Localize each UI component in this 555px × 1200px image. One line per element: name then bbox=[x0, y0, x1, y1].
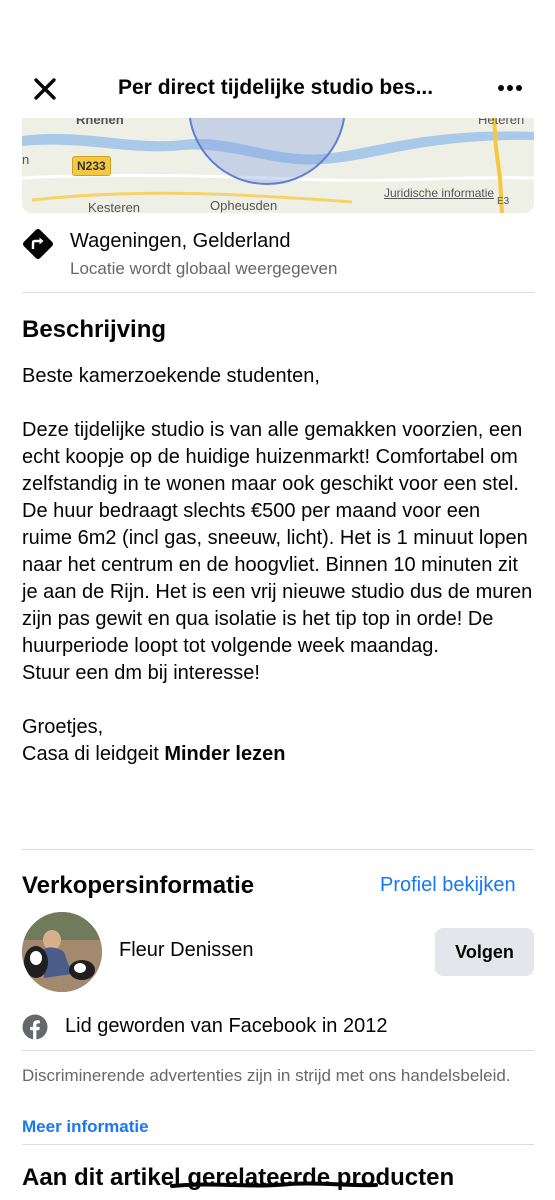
map-place-label: Rhenen bbox=[76, 118, 124, 127]
top-bar: Per direct tijdelijke studio bes... bbox=[0, 0, 555, 118]
map-place-label: Heteren bbox=[478, 118, 525, 127]
location-map[interactable]: Rhenen Heteren Kesteren Opheusden n E3 N… bbox=[22, 118, 534, 213]
more-options-button[interactable] bbox=[496, 78, 524, 98]
divider bbox=[22, 292, 534, 293]
map-edge-mark: n bbox=[22, 152, 30, 167]
map-place-label: Opheusden bbox=[210, 198, 278, 213]
divider bbox=[22, 849, 534, 850]
avatar-photo bbox=[22, 912, 102, 992]
location-note: Locatie wordt globaal weergegeven bbox=[70, 259, 338, 278]
description-text: Beste kamerzoekende studenten, Deze tijd… bbox=[22, 363, 534, 768]
member-since-text: Lid geworden van Facebook in 2012 bbox=[65, 1015, 388, 1037]
view-profile-link[interactable]: Profiel bekijken bbox=[380, 874, 516, 897]
divider bbox=[22, 1050, 534, 1051]
description-heading: Beschrijving bbox=[22, 316, 167, 343]
legal-info-link[interactable]: Juridische informatie bbox=[384, 186, 494, 200]
close-icon bbox=[34, 78, 56, 100]
map-edge-mark: E3 bbox=[497, 196, 510, 207]
close-button[interactable] bbox=[30, 74, 60, 104]
more-info-link[interactable]: Meer informatie bbox=[22, 1117, 149, 1137]
facebook-icon bbox=[22, 1014, 48, 1040]
seller-name[interactable]: Fleur Denissen bbox=[119, 939, 254, 962]
listing-title: Per direct tijdelijke studio bes... bbox=[118, 76, 434, 99]
description-body: Beste kamerzoekende studenten, Deze tijd… bbox=[22, 365, 533, 765]
read-less-link[interactable]: Minder lezen bbox=[164, 743, 285, 765]
seller-heading: Verkopersinformatie bbox=[22, 872, 255, 899]
policy-notice: Discriminerende advertenties zijn in str… bbox=[22, 1066, 511, 1085]
location-city: Wageningen, Gelderland bbox=[70, 230, 291, 252]
location-row: Wageningen, Gelderland Locatie wordt glo… bbox=[22, 226, 534, 286]
directions-icon bbox=[22, 228, 54, 260]
more-horizontal-icon bbox=[498, 85, 522, 91]
divider bbox=[22, 1144, 534, 1145]
map-place-label: Kesteren bbox=[88, 200, 141, 213]
follow-button[interactable]: Volgen bbox=[435, 928, 534, 976]
avatar[interactable] bbox=[22, 912, 102, 992]
road-number-badge: N233 bbox=[72, 156, 111, 176]
scribble-mark bbox=[170, 1181, 378, 1188]
